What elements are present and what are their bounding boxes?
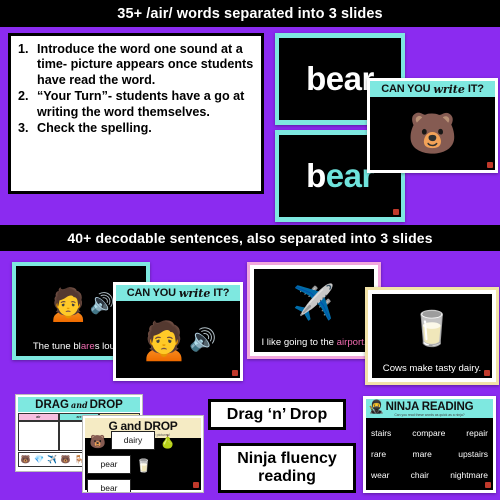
step-text: Introduce the word one sound at a time- …: [37, 42, 254, 87]
header-title: NINJA READING: [385, 400, 474, 413]
milk-bottle-icon: 🥛: [411, 294, 453, 363]
picture-tile[interactable]: 🥛: [133, 455, 155, 477]
header-bold-1: CAN YOU: [381, 83, 431, 95]
word-cell: stairs: [371, 427, 392, 438]
sentence-card-airport: ✈️ I like going to the airport.: [247, 262, 381, 359]
picture-token[interactable]: 🐻: [21, 455, 31, 464]
girl-covering-ears-icon: 🙍: [139, 317, 190, 362]
word-cell: upstairs: [458, 448, 488, 459]
card-header: CAN YOU write IT?: [116, 285, 240, 301]
steps-card: 1. Introduce the word one sound at a tim…: [8, 33, 264, 194]
label-drag-n-drop: Drag ‘n’ Drop: [208, 399, 346, 430]
watermark-stamp: [484, 370, 490, 376]
picture-token[interactable]: 💎: [34, 455, 44, 464]
sentence-card-dairy: 🥛 Cows make tasty dairy.: [365, 287, 499, 385]
picture-tile[interactable]: 🍐: [157, 431, 179, 453]
word-cell: nightmare: [450, 470, 488, 481]
step-number: 1.: [18, 42, 29, 56]
can-you-write-it-card-bear: CAN YOU write IT? 🐻: [367, 78, 498, 173]
card-header: CAN YOU write IT?: [370, 81, 495, 97]
sentence-screen: ✈️ I like going to the airport.: [254, 269, 374, 352]
step-item: 3. Check the spelling.: [18, 121, 255, 136]
header-script: write: [178, 286, 211, 300]
word-row: stairs compare repair: [371, 428, 488, 438]
label-text: Ninja fluency reading: [237, 450, 337, 485]
watermark-stamp: [193, 482, 199, 488]
ninja-icon: 🥷: [368, 399, 385, 414]
picture-token[interactable]: 🐻: [61, 455, 71, 464]
column-header-air: air: [18, 413, 59, 421]
banner-top: 35+ /air/ words separated into 3 slides: [0, 0, 500, 27]
drop-zone-air[interactable]: [18, 421, 59, 451]
card-header: DRAG and DROP: [18, 397, 140, 412]
watermark-stamp: [232, 370, 238, 376]
ninja-reading-card: 🥷 NINJA READING Can you read these words…: [363, 396, 496, 493]
can-you-write-it-card-girl: CAN YOU write IT? 🙍 🔊: [113, 282, 243, 381]
word-cell: chair: [410, 470, 430, 481]
word-row: wear chair nightmare: [371, 470, 488, 480]
banner-middle: 40+ decodable sentences, also separated …: [0, 225, 500, 251]
card-header: 🥷 NINJA READING Can you read these words…: [366, 399, 493, 418]
sentence-pre: I like going to the: [261, 337, 337, 348]
bear-icon: 🐻: [407, 111, 458, 156]
milk-glyph: 🥛: [410, 309, 454, 348]
sentence-highlight: airport: [336, 337, 364, 348]
header-script: and: [71, 399, 88, 410]
step-item: 1. Introduce the word one sound at a tim…: [18, 42, 255, 88]
sentence-pre: Cows make tasty dairy.: [382, 363, 482, 374]
label-text: Drag ‘n’ Drop: [226, 405, 328, 423]
word-row: rare mare upstairs: [371, 449, 488, 459]
step-text: Check the spelling.: [37, 121, 152, 136]
sentence-pre: The tune bl: [32, 341, 81, 352]
header-subtitle: Can you read these words as quick as a n…: [394, 412, 465, 417]
watermark-stamp: [485, 482, 491, 488]
banner-top-text: 35+ /air/ words separated into 3 slides: [117, 5, 383, 22]
speaker-icon: 🔊: [89, 292, 115, 315]
header-bold-2: IT?: [467, 83, 484, 95]
airplane-glyph: ✈️: [292, 284, 336, 322]
step-item: 2. “Your Turn”- students have a go at wr…: [18, 89, 255, 120]
word-tile[interactable]: dairy: [111, 430, 155, 450]
header-bold-1: DRAG: [35, 398, 70, 411]
sentence-text: I like going to the airport.: [261, 337, 366, 348]
card-body: 🙍 🔊: [116, 301, 240, 378]
girl-covering-ears-icon: 🙍 🔊: [47, 266, 114, 341]
word-cell: wear: [371, 470, 390, 481]
banner-middle-text: 40+ decodable sentences, also separated …: [67, 230, 433, 246]
word-tile[interactable]: pear: [87, 454, 131, 474]
word-grid: stairs compare repair rare mare upstairs…: [366, 418, 493, 490]
step-number: 3.: [18, 121, 29, 136]
step-text: “Your Turn”- students have a go at writi…: [37, 89, 245, 119]
word-cell: mare: [412, 448, 432, 459]
word-tile[interactable]: bear: [87, 478, 131, 492]
poster-stage: 35+ /air/ words separated into 3 slides …: [0, 0, 500, 500]
picture-token[interactable]: ✈️: [47, 455, 57, 464]
step-number: 2.: [18, 89, 29, 104]
word-onset: b: [306, 157, 326, 194]
header-script: write: [433, 82, 465, 96]
word-text-split: bear: [306, 157, 374, 195]
watermark-stamp: [487, 162, 493, 168]
header-bold-2: DROP: [89, 398, 123, 411]
steps-list: 1. Introduce the word one sound at a tim…: [18, 42, 255, 137]
card-body: 🐻: [370, 97, 495, 170]
header-bold-2: IT?: [213, 287, 230, 299]
sentence-text: Cows make tasty dairy.: [383, 363, 481, 374]
watermark-stamp: [393, 209, 399, 215]
word-cell: rare: [371, 448, 387, 459]
card-body: 🐻 dairy 🍐 pear 🥛 bear: [85, 430, 201, 492]
label-ninja-fluency-reading: Ninja fluency reading: [218, 443, 356, 493]
word-cell: repair: [466, 427, 488, 438]
drag-drop-card-matching: G and DROP Match the words with the pict…: [82, 415, 204, 493]
sentence-screen: 🥛 Cows make tasty dairy.: [372, 294, 492, 378]
airplane-icon: ✈️: [293, 269, 335, 337]
girl-glyph: 🙍: [47, 284, 90, 323]
speaker-icon: 🔊: [189, 326, 217, 352]
header-bold-1: CAN YOU: [126, 287, 176, 299]
sentence-highlight: are: [80, 341, 95, 352]
word-cell: compare: [412, 427, 446, 438]
word-text: bear: [306, 60, 374, 97]
picture-tile[interactable]: 🐻: [87, 431, 109, 453]
